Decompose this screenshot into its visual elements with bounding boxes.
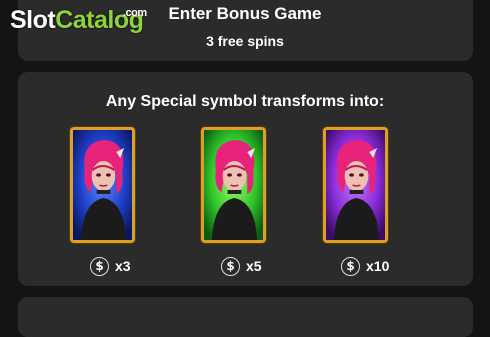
symbol-card-purple xyxy=(323,127,388,243)
next-panel xyxy=(18,297,473,337)
multiplier-label: x3 xyxy=(115,258,131,274)
payout-green: $ x5 xyxy=(221,256,262,276)
transform-heading: Any Special symbol transforms into: xyxy=(105,93,385,110)
character-portrait-icon xyxy=(73,130,132,240)
slotcatalog-logo: SlotCatalog .com xyxy=(10,6,147,34)
free-spins-count: 3 free spins xyxy=(206,33,284,49)
payout-purple: $ x10 xyxy=(341,256,389,276)
symbol-card-blue xyxy=(70,127,135,243)
dollar-coin-icon: $ xyxy=(90,256,109,276)
character-portrait-icon xyxy=(326,130,385,240)
dollar-coin-icon: $ xyxy=(221,256,240,276)
symbol-card-green xyxy=(201,127,266,243)
multiplier-label: x5 xyxy=(246,258,262,274)
payout-blue: $ x3 xyxy=(90,256,131,276)
dollar-coin-icon: $ xyxy=(341,256,360,276)
multiplier-label: x10 xyxy=(366,258,390,274)
character-portrait-icon xyxy=(204,130,263,240)
